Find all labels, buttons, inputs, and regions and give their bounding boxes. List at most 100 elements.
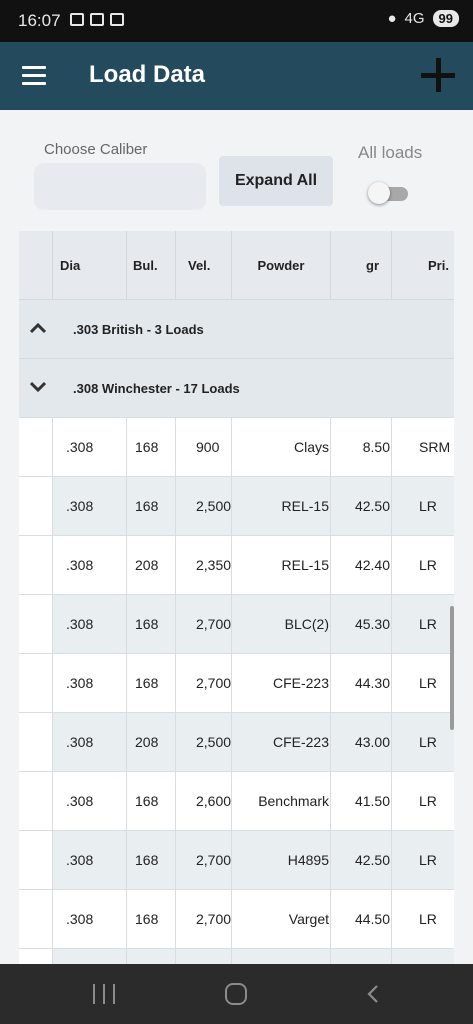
notification-icon xyxy=(90,13,104,26)
row-select-cell[interactable] xyxy=(19,418,52,476)
recent-apps-icon[interactable] xyxy=(93,984,115,1004)
home-icon[interactable] xyxy=(225,983,247,1005)
cell-dia: .308 xyxy=(52,831,126,889)
cell-vel: 2,700 xyxy=(175,595,231,653)
cell-gr: 42.40 xyxy=(330,536,391,594)
cell-gr: 41.50 xyxy=(330,772,391,830)
status-right: ● 4G 99 xyxy=(387,10,459,27)
cell-powder: H4895 xyxy=(231,831,330,889)
table-row[interactable]: .308 168 2,500 REL-15 42.50 LR xyxy=(19,476,454,535)
cell-vel: 2,600 xyxy=(175,772,231,830)
cell-powder: CFE-223 xyxy=(231,654,330,712)
row-select-cell[interactable] xyxy=(19,536,52,594)
scrollbar[interactable] xyxy=(450,606,454,730)
table-row[interactable]: .308 168 2,700 Varget 44.50 LR xyxy=(19,889,454,948)
group-label: .303 British - 3 Loads xyxy=(73,321,204,337)
cell-vel: 2,500 xyxy=(175,713,231,771)
cell-pri: LR xyxy=(391,477,454,535)
table-row[interactable]: .308 208 2,350 REL-15 42.40 LR xyxy=(19,535,454,594)
header-dia[interactable]: Dia xyxy=(52,231,126,299)
app-bar: Load Data xyxy=(0,42,473,110)
table-row[interactable]: .308 168 2,700 BLC(2) 45.30 LR xyxy=(19,594,454,653)
cell-pri: LR xyxy=(391,654,454,712)
cell-dia: .308 xyxy=(52,595,126,653)
cell-pri: LR xyxy=(391,772,454,830)
row-select-cell[interactable] xyxy=(19,477,52,535)
cell-bul: 168 xyxy=(126,772,175,830)
expand-all-button[interactable]: Expand All xyxy=(219,156,333,206)
cell-vel: 2,700 xyxy=(175,890,231,948)
cell-pri: LR xyxy=(391,890,454,948)
cell-dia: .308 xyxy=(52,418,126,476)
all-loads-label: All loads xyxy=(358,143,423,162)
cell-dia: .308 xyxy=(52,772,126,830)
plus-icon[interactable] xyxy=(421,58,455,92)
cell-vel: 2,350 xyxy=(175,536,231,594)
cell-powder: Benchmark xyxy=(231,772,330,830)
hamburger-menu-icon[interactable] xyxy=(22,66,46,86)
cell-pri: SRM xyxy=(391,418,454,476)
table-rows: .308 168 900 Clays 8.50 SRM .308 168 2,500 REL-15… xyxy=(19,417,454,1007)
table-row[interactable]: .308 168 2,700 H4895 42.50 LR xyxy=(19,830,454,889)
back-icon[interactable] xyxy=(364,984,384,1004)
table-row[interactable]: .308 168 900 Clays 8.50 SRM xyxy=(19,417,454,476)
page-title: Load Data xyxy=(89,61,206,88)
cell-pri: LR xyxy=(391,831,454,889)
caliber-label: Choose Caliber xyxy=(44,141,148,158)
table-header: Dia Bul. Vel. Powder gr Pri. xyxy=(19,231,454,299)
group-label: .308 Winchester - 17 Loads xyxy=(73,380,240,396)
chevron-up-icon[interactable] xyxy=(30,322,46,334)
row-select-cell[interactable] xyxy=(19,890,52,948)
load-table: Dia Bul. Vel. Powder gr Pri. .303 Britis… xyxy=(19,231,454,1007)
toggle-knob xyxy=(368,182,390,204)
cell-bul: 208 xyxy=(126,536,175,594)
cell-pri: LR xyxy=(391,713,454,771)
cell-bul: 168 xyxy=(126,654,175,712)
cell-dia: .308 xyxy=(52,536,126,594)
cell-dia: .308 xyxy=(52,890,126,948)
header-pri[interactable]: Pri. xyxy=(391,231,454,299)
cell-gr: 42.50 xyxy=(330,831,391,889)
cell-bul: 168 xyxy=(126,595,175,653)
cell-vel: 2,500 xyxy=(175,477,231,535)
cell-gr: 44.30 xyxy=(330,654,391,712)
status-bar: 16:07 ● 4G 99 xyxy=(0,0,473,42)
battery-level: 99 xyxy=(432,10,459,27)
all-loads-toggle[interactable] xyxy=(368,182,408,204)
cell-bul: 168 xyxy=(126,477,175,535)
cell-pri: LR xyxy=(391,595,454,653)
notification-icons xyxy=(70,13,124,26)
cell-dia: .308 xyxy=(52,654,126,712)
cell-powder: Clays xyxy=(231,418,330,476)
cell-dia: .308 xyxy=(52,477,126,535)
header-powder[interactable]: Powder xyxy=(231,231,330,299)
table-row[interactable]: .308 208 2,500 CFE-223 43.00 LR xyxy=(19,712,454,771)
notification-icon xyxy=(110,13,124,26)
network-label: 4G xyxy=(404,10,425,27)
cell-powder: Varget xyxy=(231,890,330,948)
row-select-cell[interactable] xyxy=(19,831,52,889)
cell-gr: 8.50 xyxy=(330,418,391,476)
group-row-303-british[interactable]: .303 British - 3 Loads xyxy=(19,299,454,358)
cell-bul: 168 xyxy=(126,831,175,889)
table-row[interactable]: .308 168 2,700 CFE-223 44.30 LR xyxy=(19,653,454,712)
cell-gr: 45.30 xyxy=(330,595,391,653)
cell-powder: BLC(2) xyxy=(231,595,330,653)
header-select xyxy=(19,231,52,299)
header-vel[interactable]: Vel. xyxy=(175,231,231,299)
header-gr[interactable]: gr xyxy=(330,231,391,299)
group-row-308-winchester[interactable]: .308 Winchester - 17 Loads xyxy=(19,358,454,417)
cell-powder: CFE-223 xyxy=(231,713,330,771)
table-row[interactable]: .308 168 2,600 Benchmark 41.50 LR xyxy=(19,771,454,830)
cell-vel: 2,700 xyxy=(175,831,231,889)
cell-bul: 208 xyxy=(126,713,175,771)
row-select-cell[interactable] xyxy=(19,595,52,653)
header-bul[interactable]: Bul. xyxy=(126,231,175,299)
row-select-cell[interactable] xyxy=(19,654,52,712)
row-select-cell[interactable] xyxy=(19,713,52,771)
caliber-input[interactable] xyxy=(34,163,206,210)
chevron-down-icon[interactable] xyxy=(30,381,46,393)
cell-bul: 168 xyxy=(126,890,175,948)
row-select-cell[interactable] xyxy=(19,772,52,830)
cell-pri: LR xyxy=(391,536,454,594)
